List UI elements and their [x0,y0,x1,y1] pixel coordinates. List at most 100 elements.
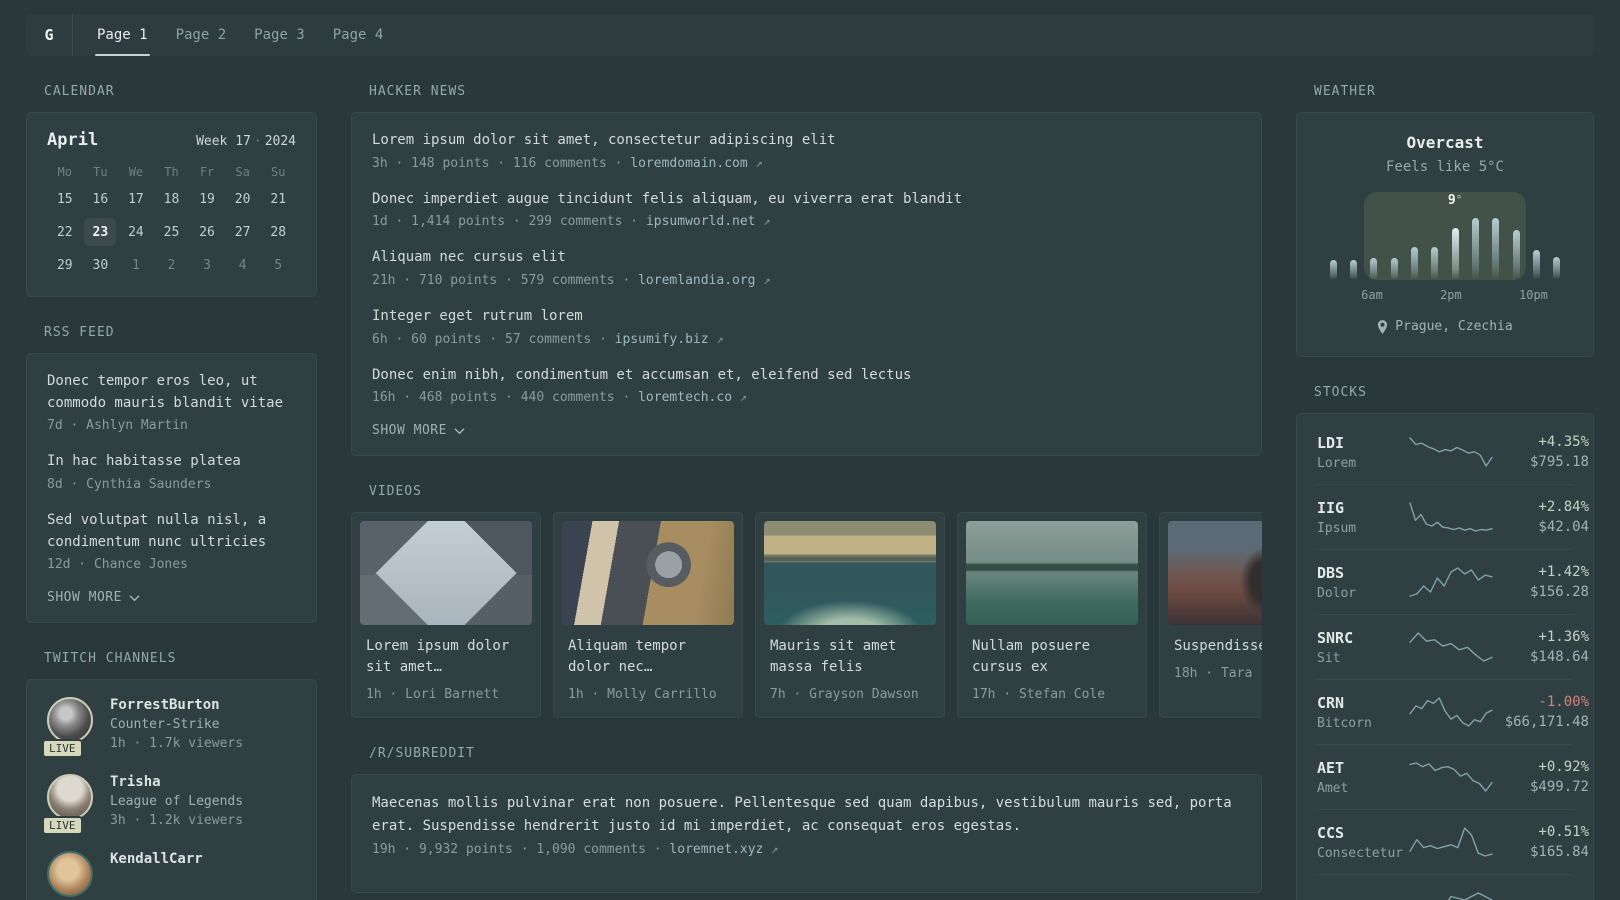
video-thumbnail[interactable] [562,521,734,626]
hn-show-more-button[interactable]: SHOW MORE [372,423,1241,438]
hn-item-title[interactable]: Donec enim nibh, condimentum et accumsan… [372,365,1241,387]
subreddit-post-meta: 19h · 9,932 points · 1,090 comments · lo… [372,842,779,858]
right-column: WEATHER Overcast Feels like 5°C 9° 6am 2p… [1296,84,1594,900]
stock-row[interactable]: CRN Bitcorn -1.00% $66,171.48 [1317,680,1589,745]
tab-page-3[interactable]: Page 3 [252,14,307,56]
calendar-day-selected: 23 [83,218,119,246]
video-title[interactable]: Aliquam tempor dolor nec pharetra… [568,636,728,678]
stocks-card: LDI Lorem +4.35% $795.18 IIG Ipsum +2.84% $4… [1296,413,1594,900]
calendar-weekday: Su [270,165,286,179]
stock-name: Bitcorn [1317,715,1372,731]
hn-item: Donec imperdiet augue tincidunt felis al… [372,189,1241,230]
calendar-day: 30 [92,257,109,273]
video-title[interactable]: Nullam posuere cursus ex [972,636,1132,678]
video-title[interactable]: Mauris sit amet massa felis [770,636,930,678]
rss-item-title[interactable]: Sed volutpat nulla nisl, a condimentum n… [47,510,296,553]
tab-page-2[interactable]: Page 2 [174,14,229,56]
twitch-channel[interactable]: KendallCarr [47,851,296,898]
weather-temperature-chart: 9° [1323,192,1567,280]
subreddit-domain-link[interactable]: loremnet.xyz [669,842,763,857]
temp-bar-current [1451,228,1459,280]
channel-name[interactable]: ForrestBurton [110,697,243,713]
calendar-header: April Week 17 · 2024 [47,130,296,150]
stock-sparkline [1405,823,1497,861]
stock-change: +2.84% [1538,499,1589,515]
app-logo[interactable]: G [26,14,72,56]
stock-row[interactable]: LDI Lorem +4.35% $795.18 [1317,420,1589,485]
calendar-day: 27 [234,224,251,240]
weather-hour-axis: 6am 2pm 10pm [1323,288,1567,302]
current-temp-label: 9° [1447,193,1463,208]
hn-item-domain-link[interactable]: loremlandia.org [638,273,755,288]
video-card[interactable]: Lorem ipsum dolor sit amet consectetu… 1… [351,512,541,719]
temp-bar [1349,260,1357,280]
stock-ticker[interactable]: CCS [1317,824,1405,842]
calendar-day: 2 [167,257,176,273]
subreddit-post-title[interactable]: Maecenas mollis pulvinar erat non posuer… [372,792,1241,837]
calendar-day: 21 [270,191,287,207]
tab-page-1[interactable]: Page 1 [95,14,150,56]
external-link-icon: ↗ [755,155,763,170]
stock-row[interactable]: DBS Dolor +1.42% $156.28 [1317,550,1589,615]
calendar-day-grid: 15 16 17 18 19 20 21 22 23 24 25 26 27 28 29 30 1 2 3 4 5 [47,185,296,279]
stock-row[interactable]: CCS Consectetur +0.51% $165.84 [1317,810,1589,875]
stock-row[interactable]: AET Amet +0.92% $499.72 [1317,745,1589,810]
calendar-weekday: We [128,165,144,179]
stock-ticker[interactable]: DBS [1317,564,1405,582]
stock-ticker[interactable]: AET [1317,759,1405,777]
stock-row[interactable]: SNRC Sit +1.36% $148.64 [1317,615,1589,680]
stock-price: $795.18 [1529,454,1589,470]
hour-label: 2pm [1440,288,1462,302]
hn-item-domain-link[interactable]: ipsumify.biz [615,332,709,347]
section-title-calendar: CALENDAR [44,84,115,99]
stock-row[interactable]: IIG Ipsum +2.84% $42.04 [1317,485,1589,550]
rss-item-title[interactable]: In hac habitasse platea [47,451,296,473]
video-meta: 1h · Lori Barnett [366,687,500,703]
stock-name: Lorem [1317,455,1357,471]
nav-divider [72,14,73,56]
weather-location[interactable]: Prague, Czechia [1319,319,1571,334]
video-card[interactable]: Aliquam tempor dolor nec pharetra… 1h · … [553,512,743,719]
twitch-channel[interactable]: LIVE ForrestBurton Counter-Strike 1h · 1… [42,697,296,759]
rss-item-title[interactable]: Donec tempor eros leo, ut commodo mauris… [47,371,296,414]
hour-label [1500,288,1519,302]
channel-name[interactable]: Trisha [110,774,243,790]
stock-price: $156.28 [1529,584,1589,600]
stock-ticker[interactable]: CRN [1317,694,1405,712]
hn-item-domain-link[interactable]: loremdomain.com [630,156,747,171]
hn-item-title[interactable]: Integer eget rutrum lorem [372,306,1241,328]
video-thumbnail[interactable] [1168,521,1262,626]
video-title[interactable]: Lorem ipsum dolor sit amet consectetu… [366,636,526,678]
temp-bar [1532,250,1540,280]
hn-item-meta: 6h · 60 points · 57 comments · ipsumify.… [372,331,724,347]
temp-bar [1431,247,1439,280]
hn-item-domain-link[interactable]: ipsumworld.net [646,214,756,229]
section-title-subreddit: /R/SUBREDDIT [369,746,475,762]
daylight-region [1363,192,1527,280]
video-thumbnail[interactable] [360,521,532,626]
tab-page-4[interactable]: Page 4 [331,14,386,56]
hn-item: Aliquam nec cursus elit 21h · 710 points… [372,247,1241,288]
hn-item-title[interactable]: Donec imperdiet augue tincidunt felis al… [372,189,1241,211]
stock-ticker[interactable]: LDI [1317,434,1405,452]
stock-ticker[interactable]: SNRC [1317,629,1405,647]
video-title[interactable]: Suspendisse diam [1174,636,1262,657]
video-card[interactable]: Suspendisse diam 18h · Tara [1159,512,1262,719]
subreddit-widget: /R/SUBREDDIT Maecenas mollis pulvinar er… [351,746,1262,894]
rss-show-more-button[interactable]: SHOW MORE [47,590,296,605]
stock-ticker[interactable]: IIG [1317,499,1405,517]
video-thumbnail[interactable] [764,521,936,626]
channel-name[interactable]: KendallCarr [110,851,203,867]
calendar-day: 5 [274,257,283,273]
hn-item-title[interactable]: Aliquam nec cursus elit [372,247,1241,269]
twitch-channel[interactable]: LIVE Trisha League of Legends 3h · 1.2k … [42,774,296,836]
stock-sparkline [1405,693,1497,731]
hn-item-title[interactable]: Lorem ipsum dolor sit amet, consectetur … [372,130,1241,152]
hn-item-domain-link[interactable]: loremtech.co [638,390,732,405]
video-card[interactable]: Mauris sit amet massa felis 7h · Grayson… [755,512,945,719]
video-card[interactable]: Nullam posuere cursus ex 17h · Stefan Co… [957,512,1147,719]
stock-row[interactable]: AHS +0.46% [1317,875,1589,900]
video-thumbnail[interactable] [966,521,1138,626]
dashboard-page: G Page 1 Page 2 Page 3 Page 4 CALENDAR A… [0,0,1620,900]
stock-price: $42.04 [1538,519,1589,535]
